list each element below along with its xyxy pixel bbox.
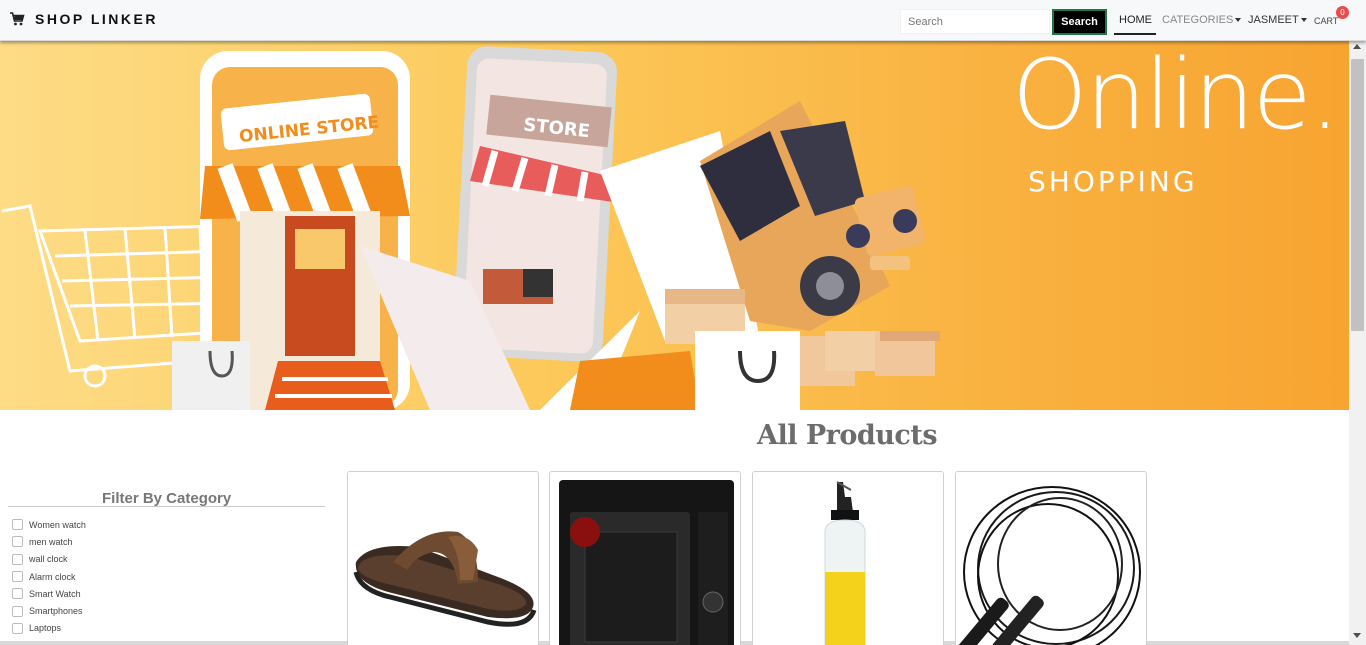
filter-divider <box>8 506 325 507</box>
page: SHOP LINKER Search HOME CATEGORIES JASME… <box>0 0 1366 645</box>
hero-banner: ONLINE STORE STORE Online. SHOPPING <box>0 41 1349 410</box>
filter-item-label: Smartphones <box>29 606 83 617</box>
checkbox[interactable] <box>12 519 23 531</box>
cart-icon <box>10 12 25 26</box>
product-card[interactable] <box>752 471 944 645</box>
filter-item-label: Smart Watch <box>29 588 81 599</box>
filter-item[interactable]: Laptops <box>12 620 86 637</box>
nav-home[interactable]: HOME <box>1119 14 1152 26</box>
nav-categories-dropdown[interactable]: CATEGORIES <box>1162 14 1242 26</box>
filter-title: Filter By Category <box>102 490 232 507</box>
filter-item[interactable]: Smart Watch <box>12 585 86 602</box>
filter-item-label: Women watch <box>29 519 86 530</box>
filter-item[interactable]: Alarm clock <box>12 568 86 585</box>
brand-name: SHOP LINKER <box>35 11 158 27</box>
product-card[interactable] <box>347 471 539 645</box>
caret-down-icon <box>1300 18 1307 23</box>
filter-item-label: Laptops <box>29 623 62 634</box>
scroll-down-arrow-icon[interactable] <box>1353 633 1361 638</box>
cart-count-badge: 0 <box>1336 6 1349 19</box>
filter-item[interactable]: Women watch <box>12 516 86 533</box>
filter-item-label: Alarm clock <box>29 571 76 582</box>
filter-item[interactable]: wall clock <box>12 551 86 568</box>
nav-home-underline <box>1114 33 1156 35</box>
checkbox[interactable] <box>12 571 23 583</box>
nav-categories-label: CATEGORIES <box>1162 14 1234 26</box>
checkbox[interactable] <box>12 553 23 565</box>
product-card[interactable] <box>955 471 1147 645</box>
checkbox[interactable] <box>12 622 23 634</box>
oil-bottle-icon <box>824 481 866 645</box>
all-products-heading: All Products <box>757 420 938 451</box>
brand[interactable]: SHOP LINKER <box>9 11 158 27</box>
nav-user-label: JASMEET <box>1248 14 1299 26</box>
nav-cart[interactable]: CART <box>1314 16 1338 26</box>
hero-title: Online. <box>1012 41 1340 151</box>
checkbox[interactable] <box>12 605 23 617</box>
caret-down-icon <box>1235 18 1242 23</box>
search-button[interactable]: Search <box>1052 9 1107 35</box>
hero-subtitle: SHOPPING <box>1028 165 1198 198</box>
microwave-icon <box>559 480 734 645</box>
vertical-scrollbar[interactable] <box>1349 41 1366 645</box>
scroll-thumb[interactable] <box>1351 59 1364 331</box>
filter-item-label: wall clock <box>29 554 68 565</box>
scroll-up-arrow-icon[interactable] <box>1353 44 1361 49</box>
product-card[interactable] <box>549 471 741 645</box>
nav-user-dropdown[interactable]: JASMEET <box>1248 14 1307 26</box>
search-input[interactable] <box>900 9 1050 34</box>
filter-item[interactable]: men watch <box>12 533 86 550</box>
filter-item[interactable]: Smartphones <box>12 602 86 619</box>
skipping-rope-icon <box>957 486 1141 645</box>
filter-item-label: men watch <box>29 536 73 547</box>
checkbox[interactable] <box>12 588 23 600</box>
checkbox[interactable] <box>12 536 23 548</box>
filter-category-list: Women watch men watch wall clock Alarm c… <box>12 516 86 637</box>
navbar: SHOP LINKER Search HOME CATEGORIES JASME… <box>0 0 1366 41</box>
sandal-icon <box>353 531 537 627</box>
